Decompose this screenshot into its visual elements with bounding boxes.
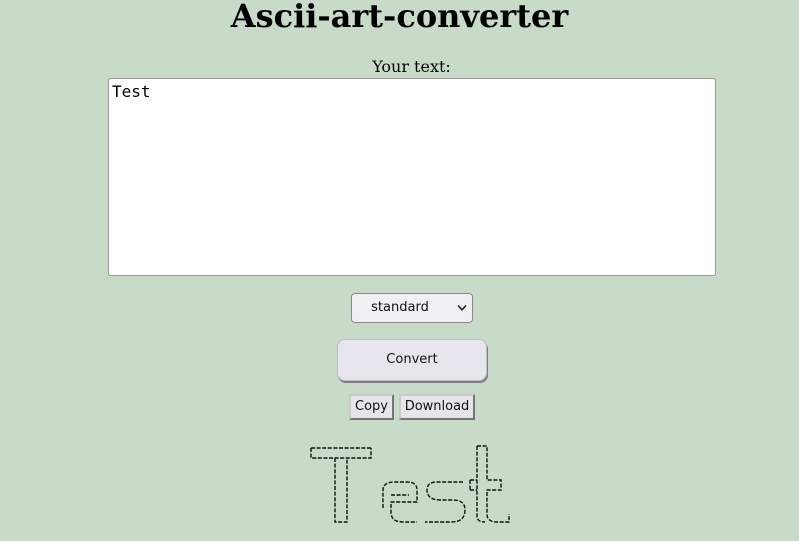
ascii-art-output [310, 445, 510, 523]
font-style-selected-value: standard [371, 300, 429, 315]
text-input[interactable] [108, 78, 716, 276]
font-style-select[interactable]: standard [351, 293, 473, 323]
copy-button[interactable]: Copy [349, 394, 394, 420]
text-input-label: Your text: [372, 57, 451, 76]
page-title: Ascii-art-converter [230, 0, 569, 35]
download-button[interactable]: Download [399, 394, 475, 420]
convert-button[interactable]: Convert [337, 339, 487, 381]
chevron-down-icon [457, 305, 467, 311]
